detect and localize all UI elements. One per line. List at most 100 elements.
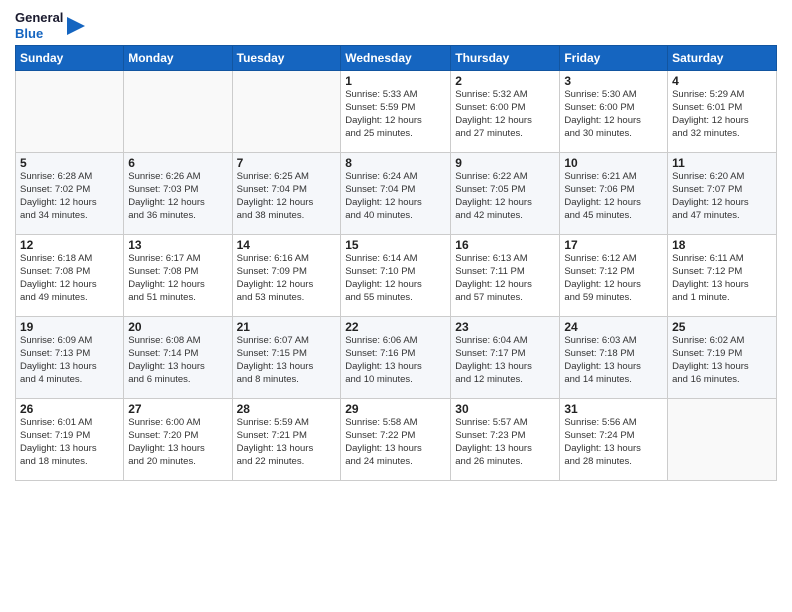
day-info: Sunrise: 6:11 AM Sunset: 7:12 PM Dayligh… [672, 253, 772, 304]
page: General Blue SundayMondayTuesdayWednesda… [0, 0, 792, 612]
calendar-cell: 2Sunrise: 5:32 AM Sunset: 6:00 PM Daylig… [451, 71, 560, 153]
day-number: 28 [237, 402, 337, 416]
calendar-cell: 7Sunrise: 6:25 AM Sunset: 7:04 PM Daylig… [232, 153, 341, 235]
day-info: Sunrise: 6:07 AM Sunset: 7:15 PM Dayligh… [237, 335, 337, 386]
calendar-cell: 21Sunrise: 6:07 AM Sunset: 7:15 PM Dayli… [232, 317, 341, 399]
calendar-cell: 20Sunrise: 6:08 AM Sunset: 7:14 PM Dayli… [124, 317, 232, 399]
day-info: Sunrise: 5:59 AM Sunset: 7:21 PM Dayligh… [237, 417, 337, 468]
calendar-cell: 22Sunrise: 6:06 AM Sunset: 7:16 PM Dayli… [341, 317, 451, 399]
day-info: Sunrise: 6:22 AM Sunset: 7:05 PM Dayligh… [455, 171, 555, 222]
day-info: Sunrise: 6:25 AM Sunset: 7:04 PM Dayligh… [237, 171, 337, 222]
day-info: Sunrise: 6:06 AM Sunset: 7:16 PM Dayligh… [345, 335, 446, 386]
day-number: 18 [672, 238, 772, 252]
calendar-cell: 26Sunrise: 6:01 AM Sunset: 7:19 PM Dayli… [16, 399, 124, 481]
day-info: Sunrise: 5:33 AM Sunset: 5:59 PM Dayligh… [345, 89, 446, 140]
calendar-cell: 14Sunrise: 6:16 AM Sunset: 7:09 PM Dayli… [232, 235, 341, 317]
calendar-cell: 31Sunrise: 5:56 AM Sunset: 7:24 PM Dayli… [560, 399, 668, 481]
day-info: Sunrise: 6:28 AM Sunset: 7:02 PM Dayligh… [20, 171, 119, 222]
day-number: 5 [20, 156, 119, 170]
calendar-week-row: 26Sunrise: 6:01 AM Sunset: 7:19 PM Dayli… [16, 399, 777, 481]
calendar-week-row: 5Sunrise: 6:28 AM Sunset: 7:02 PM Daylig… [16, 153, 777, 235]
calendar-cell: 17Sunrise: 6:12 AM Sunset: 7:12 PM Dayli… [560, 235, 668, 317]
logo: General Blue [15, 10, 85, 41]
calendar-cell [16, 71, 124, 153]
weekday-header: Wednesday [341, 46, 451, 71]
day-number: 2 [455, 74, 555, 88]
day-number: 31 [564, 402, 663, 416]
day-number: 24 [564, 320, 663, 334]
calendar-cell: 11Sunrise: 6:20 AM Sunset: 7:07 PM Dayli… [668, 153, 777, 235]
calendar: SundayMondayTuesdayWednesdayThursdayFrid… [15, 45, 777, 481]
day-info: Sunrise: 6:09 AM Sunset: 7:13 PM Dayligh… [20, 335, 119, 386]
calendar-cell [232, 71, 341, 153]
day-number: 16 [455, 238, 555, 252]
day-number: 29 [345, 402, 446, 416]
day-info: Sunrise: 6:13 AM Sunset: 7:11 PM Dayligh… [455, 253, 555, 304]
logo-arrow-icon [67, 17, 85, 35]
calendar-cell: 16Sunrise: 6:13 AM Sunset: 7:11 PM Dayli… [451, 235, 560, 317]
day-number: 1 [345, 74, 446, 88]
day-info: Sunrise: 6:16 AM Sunset: 7:09 PM Dayligh… [237, 253, 337, 304]
calendar-cell: 5Sunrise: 6:28 AM Sunset: 7:02 PM Daylig… [16, 153, 124, 235]
day-info: Sunrise: 6:08 AM Sunset: 7:14 PM Dayligh… [128, 335, 227, 386]
calendar-cell: 18Sunrise: 6:11 AM Sunset: 7:12 PM Dayli… [668, 235, 777, 317]
calendar-cell: 19Sunrise: 6:09 AM Sunset: 7:13 PM Dayli… [16, 317, 124, 399]
day-number: 3 [564, 74, 663, 88]
day-info: Sunrise: 6:17 AM Sunset: 7:08 PM Dayligh… [128, 253, 227, 304]
day-info: Sunrise: 6:14 AM Sunset: 7:10 PM Dayligh… [345, 253, 446, 304]
logo-text: General Blue [15, 10, 63, 41]
day-info: Sunrise: 5:32 AM Sunset: 6:00 PM Dayligh… [455, 89, 555, 140]
day-info: Sunrise: 6:21 AM Sunset: 7:06 PM Dayligh… [564, 171, 663, 222]
day-info: Sunrise: 6:12 AM Sunset: 7:12 PM Dayligh… [564, 253, 663, 304]
calendar-cell [124, 71, 232, 153]
day-info: Sunrise: 6:20 AM Sunset: 7:07 PM Dayligh… [672, 171, 772, 222]
day-number: 11 [672, 156, 772, 170]
day-number: 20 [128, 320, 227, 334]
day-info: Sunrise: 6:26 AM Sunset: 7:03 PM Dayligh… [128, 171, 227, 222]
day-number: 19 [20, 320, 119, 334]
calendar-cell: 9Sunrise: 6:22 AM Sunset: 7:05 PM Daylig… [451, 153, 560, 235]
calendar-cell: 6Sunrise: 6:26 AM Sunset: 7:03 PM Daylig… [124, 153, 232, 235]
weekday-header: Tuesday [232, 46, 341, 71]
weekday-header: Friday [560, 46, 668, 71]
day-number: 14 [237, 238, 337, 252]
calendar-cell: 25Sunrise: 6:02 AM Sunset: 7:19 PM Dayli… [668, 317, 777, 399]
day-number: 12 [20, 238, 119, 252]
day-number: 15 [345, 238, 446, 252]
calendar-cell: 3Sunrise: 5:30 AM Sunset: 6:00 PM Daylig… [560, 71, 668, 153]
day-info: Sunrise: 6:02 AM Sunset: 7:19 PM Dayligh… [672, 335, 772, 386]
day-info: Sunrise: 6:03 AM Sunset: 7:18 PM Dayligh… [564, 335, 663, 386]
day-number: 10 [564, 156, 663, 170]
calendar-cell: 24Sunrise: 6:03 AM Sunset: 7:18 PM Dayli… [560, 317, 668, 399]
day-number: 30 [455, 402, 555, 416]
day-number: 6 [128, 156, 227, 170]
weekday-header: Sunday [16, 46, 124, 71]
calendar-cell: 28Sunrise: 5:59 AM Sunset: 7:21 PM Dayli… [232, 399, 341, 481]
day-info: Sunrise: 6:04 AM Sunset: 7:17 PM Dayligh… [455, 335, 555, 386]
day-number: 13 [128, 238, 227, 252]
calendar-cell: 13Sunrise: 6:17 AM Sunset: 7:08 PM Dayli… [124, 235, 232, 317]
day-number: 8 [345, 156, 446, 170]
day-number: 25 [672, 320, 772, 334]
calendar-cell: 4Sunrise: 5:29 AM Sunset: 6:01 PM Daylig… [668, 71, 777, 153]
calendar-cell: 8Sunrise: 6:24 AM Sunset: 7:04 PM Daylig… [341, 153, 451, 235]
day-info: Sunrise: 5:30 AM Sunset: 6:00 PM Dayligh… [564, 89, 663, 140]
calendar-week-row: 1Sunrise: 5:33 AM Sunset: 5:59 PM Daylig… [16, 71, 777, 153]
day-number: 26 [20, 402, 119, 416]
day-info: Sunrise: 5:57 AM Sunset: 7:23 PM Dayligh… [455, 417, 555, 468]
calendar-cell [668, 399, 777, 481]
day-number: 27 [128, 402, 227, 416]
day-number: 17 [564, 238, 663, 252]
calendar-week-row: 19Sunrise: 6:09 AM Sunset: 7:13 PM Dayli… [16, 317, 777, 399]
day-info: Sunrise: 6:01 AM Sunset: 7:19 PM Dayligh… [20, 417, 119, 468]
calendar-cell: 15Sunrise: 6:14 AM Sunset: 7:10 PM Dayli… [341, 235, 451, 317]
day-info: Sunrise: 5:58 AM Sunset: 7:22 PM Dayligh… [345, 417, 446, 468]
calendar-cell: 27Sunrise: 6:00 AM Sunset: 7:20 PM Dayli… [124, 399, 232, 481]
day-info: Sunrise: 6:00 AM Sunset: 7:20 PM Dayligh… [128, 417, 227, 468]
day-info: Sunrise: 6:18 AM Sunset: 7:08 PM Dayligh… [20, 253, 119, 304]
weekday-header: Saturday [668, 46, 777, 71]
weekday-header: Thursday [451, 46, 560, 71]
day-info: Sunrise: 5:56 AM Sunset: 7:24 PM Dayligh… [564, 417, 663, 468]
calendar-cell: 12Sunrise: 6:18 AM Sunset: 7:08 PM Dayli… [16, 235, 124, 317]
weekday-header-row: SundayMondayTuesdayWednesdayThursdayFrid… [16, 46, 777, 71]
